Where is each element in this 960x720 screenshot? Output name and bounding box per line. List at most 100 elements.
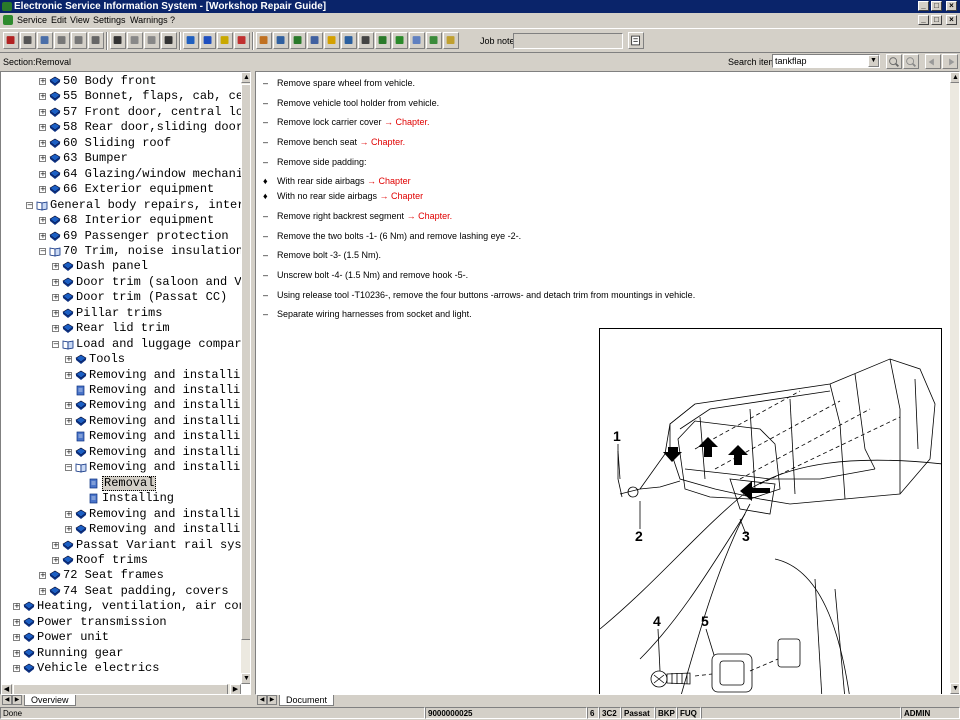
- tree-node[interactable]: + Running gear: [1, 646, 241, 661]
- previous-hit-button[interactable]: [925, 54, 941, 69]
- expand-icon[interactable]: +: [52, 263, 59, 271]
- tree-node[interactable]: +57 Front door, central lo: [1, 105, 241, 120]
- tree-node[interactable]: +66 Exterior equipment: [1, 182, 241, 197]
- info-button[interactable]: [200, 32, 216, 49]
- menu-warnings[interactable]: Warnings: [130, 13, 168, 27]
- tab-document[interactable]: Document: [279, 695, 335, 706]
- car-button[interactable]: [392, 32, 408, 49]
- tree-node[interactable]: +69 Passenger protection: [1, 229, 241, 244]
- tree-node[interactable]: + Power unit: [1, 630, 241, 645]
- tree-node[interactable]: +72 Seat frames: [1, 568, 241, 583]
- tree-node[interactable]: + Rear lid trim: [1, 321, 241, 336]
- expand-icon[interactable]: +: [39, 108, 46, 116]
- expand-icon[interactable]: +: [39, 124, 46, 132]
- expand-icon[interactable]: +: [65, 510, 72, 518]
- next-hit-button[interactable]: [942, 54, 958, 69]
- mdi-close-button[interactable]: ×: [946, 15, 957, 25]
- tree-node[interactable]: + Removing and installin: [1, 414, 241, 429]
- tab-overview[interactable]: Overview: [24, 695, 76, 706]
- expand-icon[interactable]: +: [65, 356, 72, 364]
- expand-icon[interactable]: +: [39, 217, 46, 225]
- chapter-link[interactable]: → Chapter: [377, 191, 424, 201]
- maximize-button[interactable]: □: [931, 1, 942, 11]
- tree-horizontal-scrollbar[interactable]: ◀ ▶: [1, 684, 241, 694]
- expand-icon[interactable]: +: [52, 278, 59, 286]
- expand-icon[interactable]: +: [39, 186, 46, 194]
- tree-node[interactable]: + Removing and installin: [1, 398, 241, 413]
- tree-node[interactable]: − Load and luggage compar: [1, 337, 241, 352]
- tree-scroll-thumb[interactable]: [241, 84, 250, 640]
- last-page-button[interactable]: [161, 32, 177, 49]
- menu-settings[interactable]: Settings: [93, 13, 126, 27]
- tree-node[interactable]: +74 Seat padding, covers: [1, 584, 241, 599]
- tree-node[interactable]: + Dash panel: [1, 259, 241, 274]
- tab-prev-icon[interactable]: ◀: [2, 695, 12, 705]
- tree-node[interactable]: + Removing and installin: [1, 445, 241, 460]
- first-page-button[interactable]: [110, 32, 126, 49]
- menu-service[interactable]: Service: [17, 13, 47, 27]
- expand-icon[interactable]: +: [65, 448, 72, 456]
- tree-node[interactable]: +60 Sliding roof: [1, 136, 241, 151]
- close-button[interactable]: ×: [946, 1, 957, 11]
- expand-icon[interactable]: +: [39, 170, 46, 178]
- tree-node[interactable]: Removing and installin: [1, 429, 241, 444]
- previous-page-button[interactable]: [127, 32, 143, 49]
- tree-hscroll-thumb[interactable]: [13, 684, 228, 694]
- expand-icon[interactable]: +: [39, 572, 46, 580]
- tree-node[interactable]: − 70 Trim, noise insulation: [1, 244, 241, 259]
- tree-node[interactable]: − General body repairs, inter: [1, 198, 241, 213]
- tree-node[interactable]: + Door trim (saloon and V: [1, 275, 241, 290]
- search-options-button[interactable]: [903, 54, 919, 69]
- tree-node[interactable]: + Power transmission: [1, 615, 241, 630]
- document-vertical-scrollbar[interactable]: ▲ ▼: [950, 72, 959, 694]
- doc-scroll-down-icon[interactable]: ▼: [950, 683, 959, 694]
- expand-icon[interactable]: +: [52, 541, 59, 549]
- expand-icon[interactable]: +: [13, 665, 20, 673]
- expand-icon[interactable]: +: [39, 587, 46, 595]
- search-button[interactable]: [886, 54, 902, 69]
- documents-button[interactable]: [290, 32, 306, 49]
- job-note-edit-button[interactable]: [628, 32, 644, 49]
- expand-icon[interactable]: +: [39, 93, 46, 101]
- expand-icon[interactable]: +: [65, 526, 72, 534]
- tree-node[interactable]: + Removing and installin: [1, 507, 241, 522]
- expand-icon[interactable]: +: [52, 294, 59, 302]
- expand-icon[interactable]: +: [52, 556, 59, 564]
- chapter-link[interactable]: → Chapter.: [382, 117, 430, 127]
- expand-icon[interactable]: +: [52, 325, 59, 333]
- job-note-input[interactable]: [513, 33, 623, 49]
- tree-vertical-scrollbar[interactable]: ▲ ▼: [241, 72, 250, 684]
- tree-node[interactable]: + Removing and installin: [1, 522, 241, 537]
- mdi-document-icon[interactable]: [3, 15, 13, 25]
- tree-node[interactable]: +50 Body front: [1, 74, 241, 89]
- tree-node[interactable]: − Removing and installin: [1, 460, 241, 475]
- expand-icon[interactable]: +: [13, 603, 20, 611]
- collapse-icon[interactable]: −: [26, 201, 33, 209]
- collapse-icon[interactable]: −: [65, 464, 72, 472]
- doc-tab-prev-icon[interactable]: ◀: [257, 695, 267, 705]
- expand-icon[interactable]: +: [65, 402, 72, 410]
- exit-button[interactable]: [3, 32, 19, 49]
- tab-next-icon[interactable]: ▶: [12, 695, 22, 705]
- minimize-button[interactable]: _: [918, 1, 929, 11]
- book-button[interactable]: [375, 32, 391, 49]
- new-document-button[interactable]: [54, 32, 70, 49]
- collapse-icon[interactable]: −: [39, 247, 46, 255]
- mdi-minimize-button[interactable]: _: [918, 15, 929, 25]
- search-combo[interactable]: tankflap ▼: [772, 54, 880, 68]
- expand-icon[interactable]: +: [13, 618, 20, 626]
- chapter-link[interactable]: → Chapter.: [404, 211, 453, 221]
- tree-node[interactable]: + Removing and installin: [1, 368, 241, 383]
- doc-scroll-up-icon[interactable]: ▲: [950, 72, 959, 83]
- grid-button[interactable]: [256, 32, 272, 49]
- tree-node[interactable]: +68 Interior equipment: [1, 213, 241, 228]
- expand-icon[interactable]: +: [13, 634, 20, 642]
- scroll-left-icon[interactable]: ◀: [1, 684, 12, 694]
- scroll-right-icon[interactable]: ▶: [230, 684, 241, 694]
- tree-node[interactable]: + Roof trims: [1, 553, 241, 568]
- tree-node[interactable]: + Door trim (Passat CC): [1, 290, 241, 305]
- tree-node[interactable]: Removing and installin: [1, 383, 241, 398]
- expand-icon[interactable]: +: [13, 649, 20, 657]
- scroll-down-icon[interactable]: ▼: [241, 673, 250, 684]
- mdi-restore-button[interactable]: □: [931, 15, 942, 25]
